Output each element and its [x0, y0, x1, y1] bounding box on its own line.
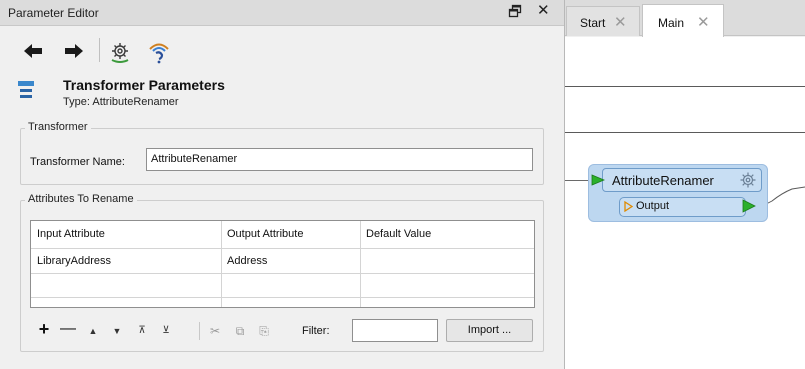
column-header-input-attribute[interactable]: Input Attribute — [37, 228, 105, 240]
close-tab-main-icon[interactable]: ✕ — [697, 13, 710, 31]
toolbar-divider — [99, 38, 100, 62]
column-divider — [360, 221, 361, 307]
arrow-left-icon[interactable] — [22, 40, 44, 62]
transformer-name-field[interactable]: AttributeRenamer — [146, 148, 533, 171]
move-to-bottom-button[interactable]: ⊻ — [158, 323, 174, 339]
transformer-icon — [17, 79, 35, 103]
move-down-button[interactable]: ▼ — [109, 323, 125, 339]
float-panel-icon[interactable] — [508, 4, 522, 18]
controls-divider — [199, 322, 200, 340]
table-cell-input-attribute[interactable]: LibraryAddress — [37, 255, 111, 267]
move-up-button[interactable]: ▲ — [85, 323, 101, 339]
output-port-label: Output — [636, 200, 670, 212]
column-header-default-value[interactable]: Default Value — [366, 228, 431, 240]
add-row-button[interactable]: + — [36, 320, 52, 338]
gear-icon[interactable] — [738, 170, 758, 190]
tab-main[interactable]: Main ✕ — [642, 4, 724, 37]
row-divider — [31, 297, 534, 298]
output-port-arrow-icon[interactable] — [742, 199, 756, 213]
transformer-group-label: Transformer — [25, 121, 91, 133]
filter-label: Filter: — [302, 325, 330, 337]
close-tab-start-icon[interactable]: ✕ — [614, 13, 627, 31]
wizard-icon[interactable] — [147, 40, 169, 64]
transformer-type-label: Type: AttributeRenamer — [63, 96, 179, 108]
row-divider — [31, 273, 534, 274]
input-port-arrow-icon[interactable] — [591, 174, 606, 186]
move-to-top-button[interactable]: ⊼ — [134, 323, 150, 339]
tab-main-label: Main — [658, 16, 685, 30]
gear-icon[interactable] — [108, 40, 130, 63]
cut-icon[interactable]: ✂ — [207, 323, 223, 339]
arrow-right-icon[interactable] — [63, 40, 85, 62]
node-title: AttributeRenamer — [612, 173, 714, 188]
transformer-parameters-title: Transformer Parameters — [63, 77, 225, 93]
import-button[interactable]: Import ... — [446, 319, 533, 342]
close-panel-icon[interactable]: ✕ — [537, 2, 550, 20]
attributes-table[interactable]: Input Attribute Output Attribute Default… — [30, 220, 535, 308]
table-cell-output-attribute[interactable]: Address — [227, 255, 267, 267]
remove-row-button[interactable]: — — [60, 321, 76, 337]
filter-input[interactable] — [352, 319, 438, 342]
panel-title: Parameter Editor — [8, 6, 99, 20]
connection-line — [565, 86, 805, 87]
column-divider — [221, 221, 222, 307]
row-divider — [31, 248, 534, 249]
paste-icon[interactable]: ⎘ — [256, 323, 272, 339]
transformer-name-label: Transformer Name: — [30, 156, 125, 168]
column-header-output-attribute[interactable]: Output Attribute — [227, 228, 303, 240]
output-port-triangle-icon — [624, 200, 634, 213]
tab-start[interactable]: Start ✕ — [566, 6, 640, 36]
tab-start-label: Start — [580, 16, 606, 30]
connection-line — [565, 132, 805, 133]
copy-icon[interactable]: ⧉ — [232, 323, 248, 339]
attributes-group-label: Attributes To Rename — [25, 193, 137, 205]
